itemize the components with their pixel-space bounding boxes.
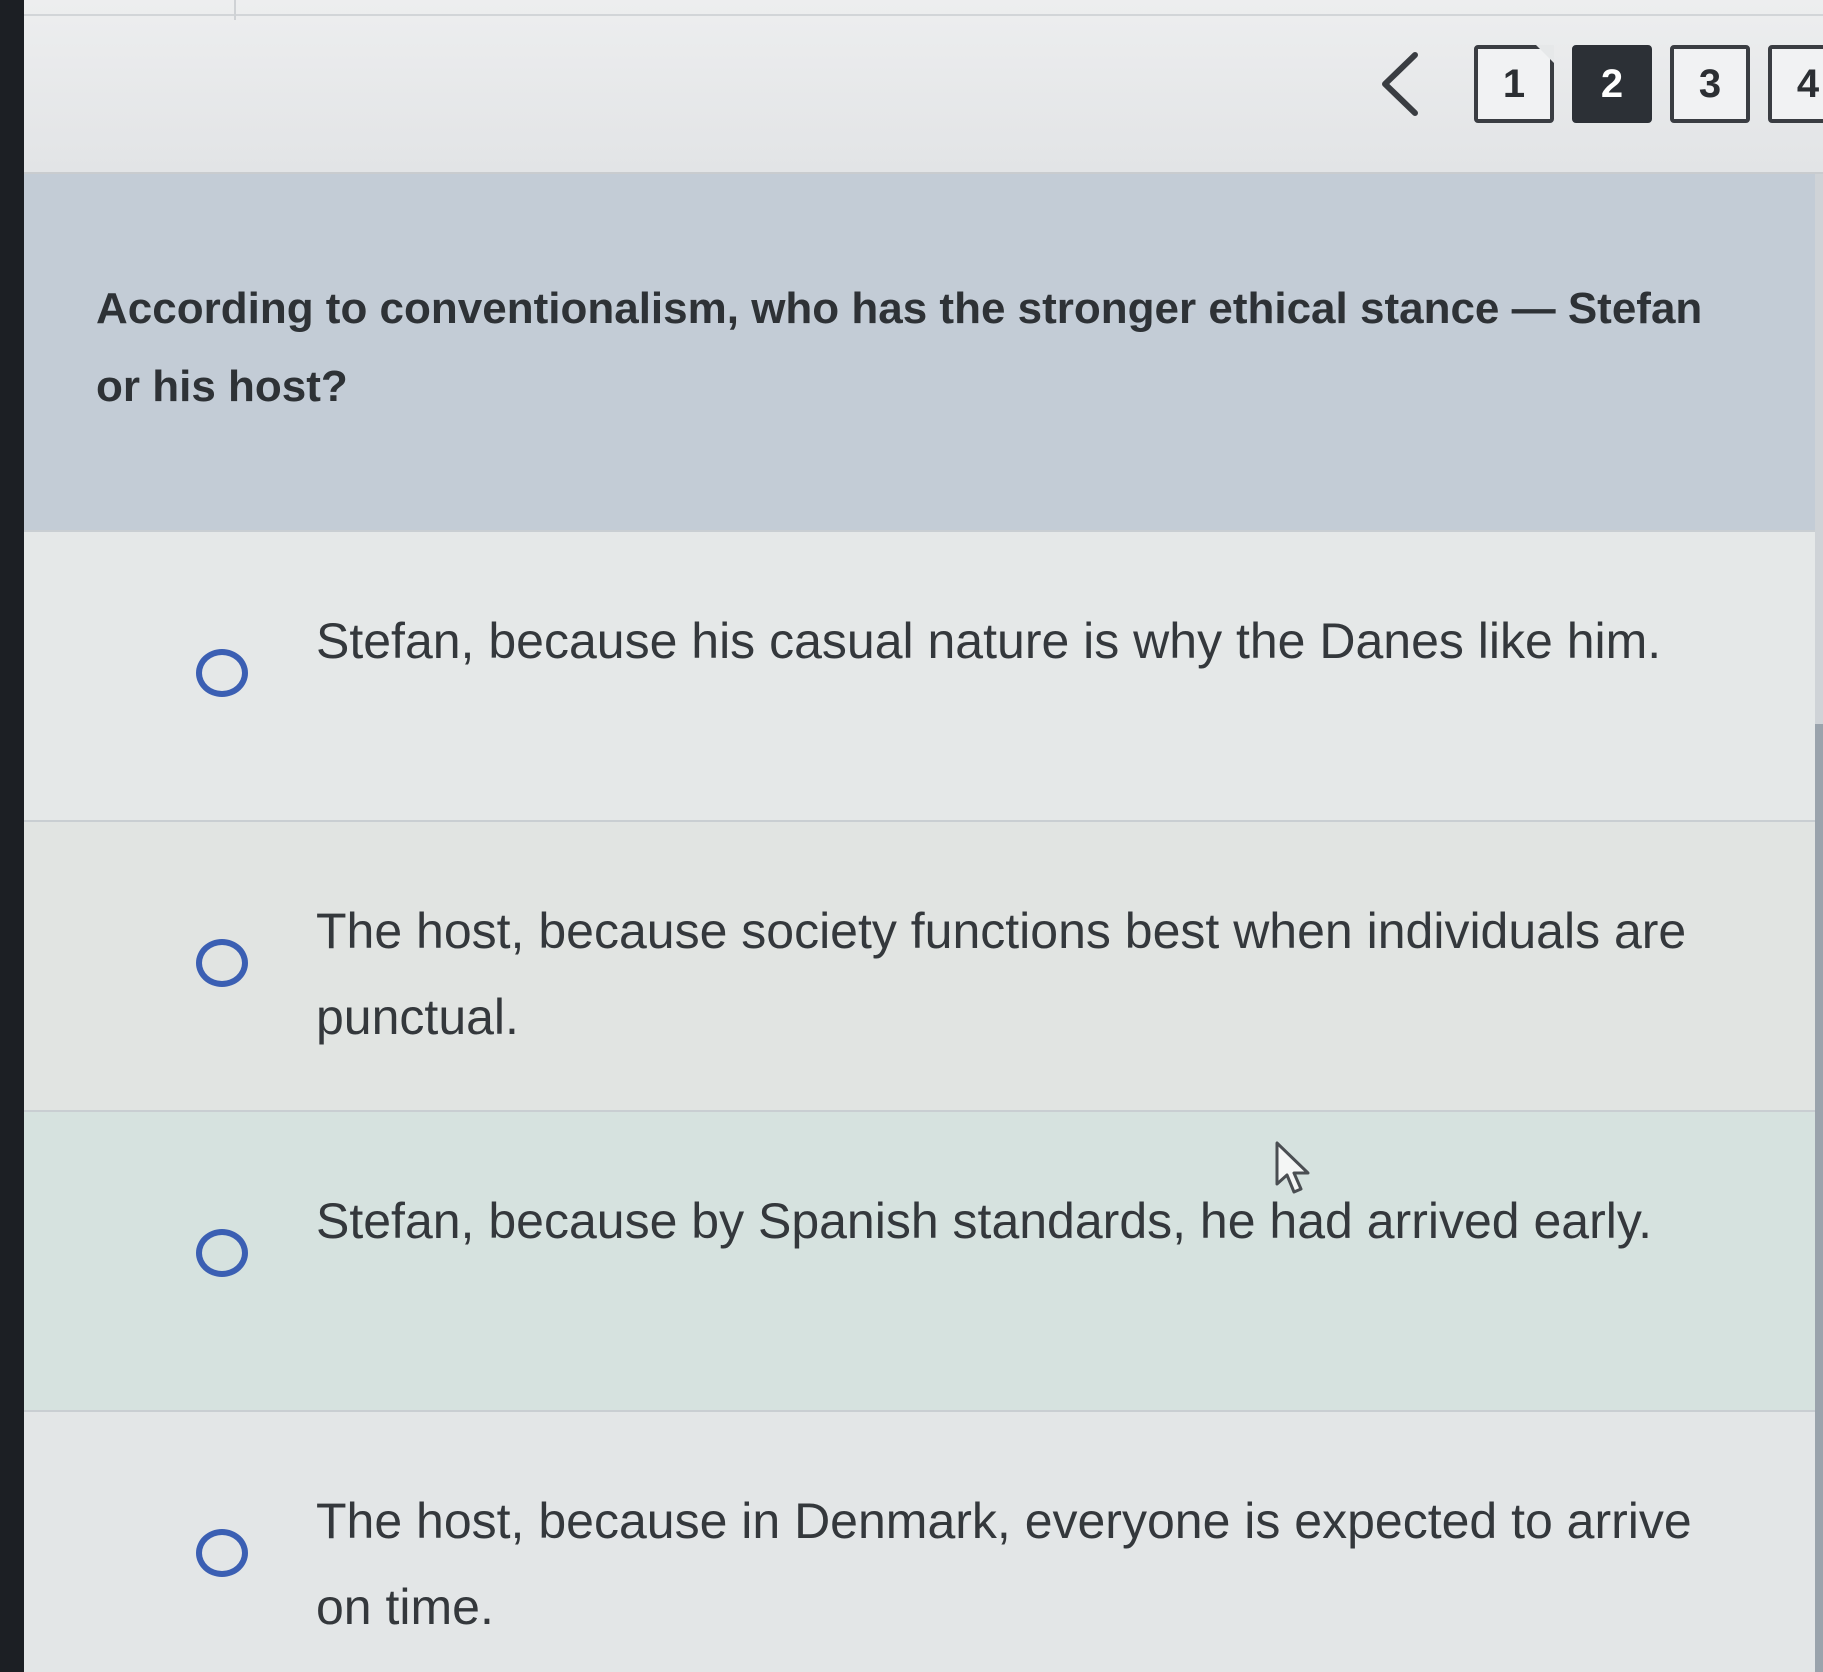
- radio-button-icon[interactable]: [196, 1529, 248, 1577]
- answer-text: Stefan, because his casual nature is why…: [316, 613, 1662, 669]
- answer-option-2[interactable]: The host, because society functions best…: [24, 820, 1823, 1110]
- answer-option-3[interactable]: Stefan, because by Spanish standards, he…: [24, 1110, 1823, 1410]
- radio-button-icon[interactable]: [196, 1229, 248, 1277]
- page-button-3[interactable]: 3: [1670, 45, 1750, 123]
- page-button-4[interactable]: 4: [1768, 45, 1823, 123]
- quiz-screen: 1 2 3 4 According to conventionalism, wh…: [24, 0, 1823, 1672]
- answer-text: The host, because in Denmark, everyone i…: [316, 1493, 1692, 1635]
- previous-question-button[interactable]: [1364, 44, 1434, 124]
- answer-text: The host, because society functions best…: [316, 903, 1687, 1045]
- radio-button-icon[interactable]: [196, 939, 248, 987]
- answer-option-1[interactable]: Stefan, because his casual nature is why…: [24, 530, 1823, 820]
- vertical-scrollbar[interactable]: [1815, 174, 1823, 1672]
- scrollbar-thumb[interactable]: [1815, 724, 1823, 1672]
- radio-button-icon[interactable]: [196, 649, 248, 697]
- question-text: According to conventionalism, who has th…: [96, 284, 1703, 411]
- top-divider: [24, 14, 1823, 16]
- chevron-left-icon: [1382, 52, 1418, 116]
- top-navigation-bar: 1 2 3 4: [24, 0, 1823, 174]
- page-button-1[interactable]: 1: [1474, 45, 1554, 123]
- top-divider-tick: [234, 0, 236, 20]
- question-pager: 1 2 3 4: [1364, 44, 1823, 124]
- answer-text: Stefan, because by Spanish standards, he…: [316, 1193, 1653, 1249]
- question-panel: According to conventionalism, who has th…: [24, 174, 1823, 530]
- answer-list: Stefan, because his casual nature is why…: [24, 530, 1823, 1672]
- mouse-pointer-icon: [1275, 1141, 1310, 1194]
- answer-option-4[interactable]: The host, because in Denmark, everyone i…: [24, 1410, 1823, 1672]
- page-button-2-current[interactable]: 2: [1572, 45, 1652, 123]
